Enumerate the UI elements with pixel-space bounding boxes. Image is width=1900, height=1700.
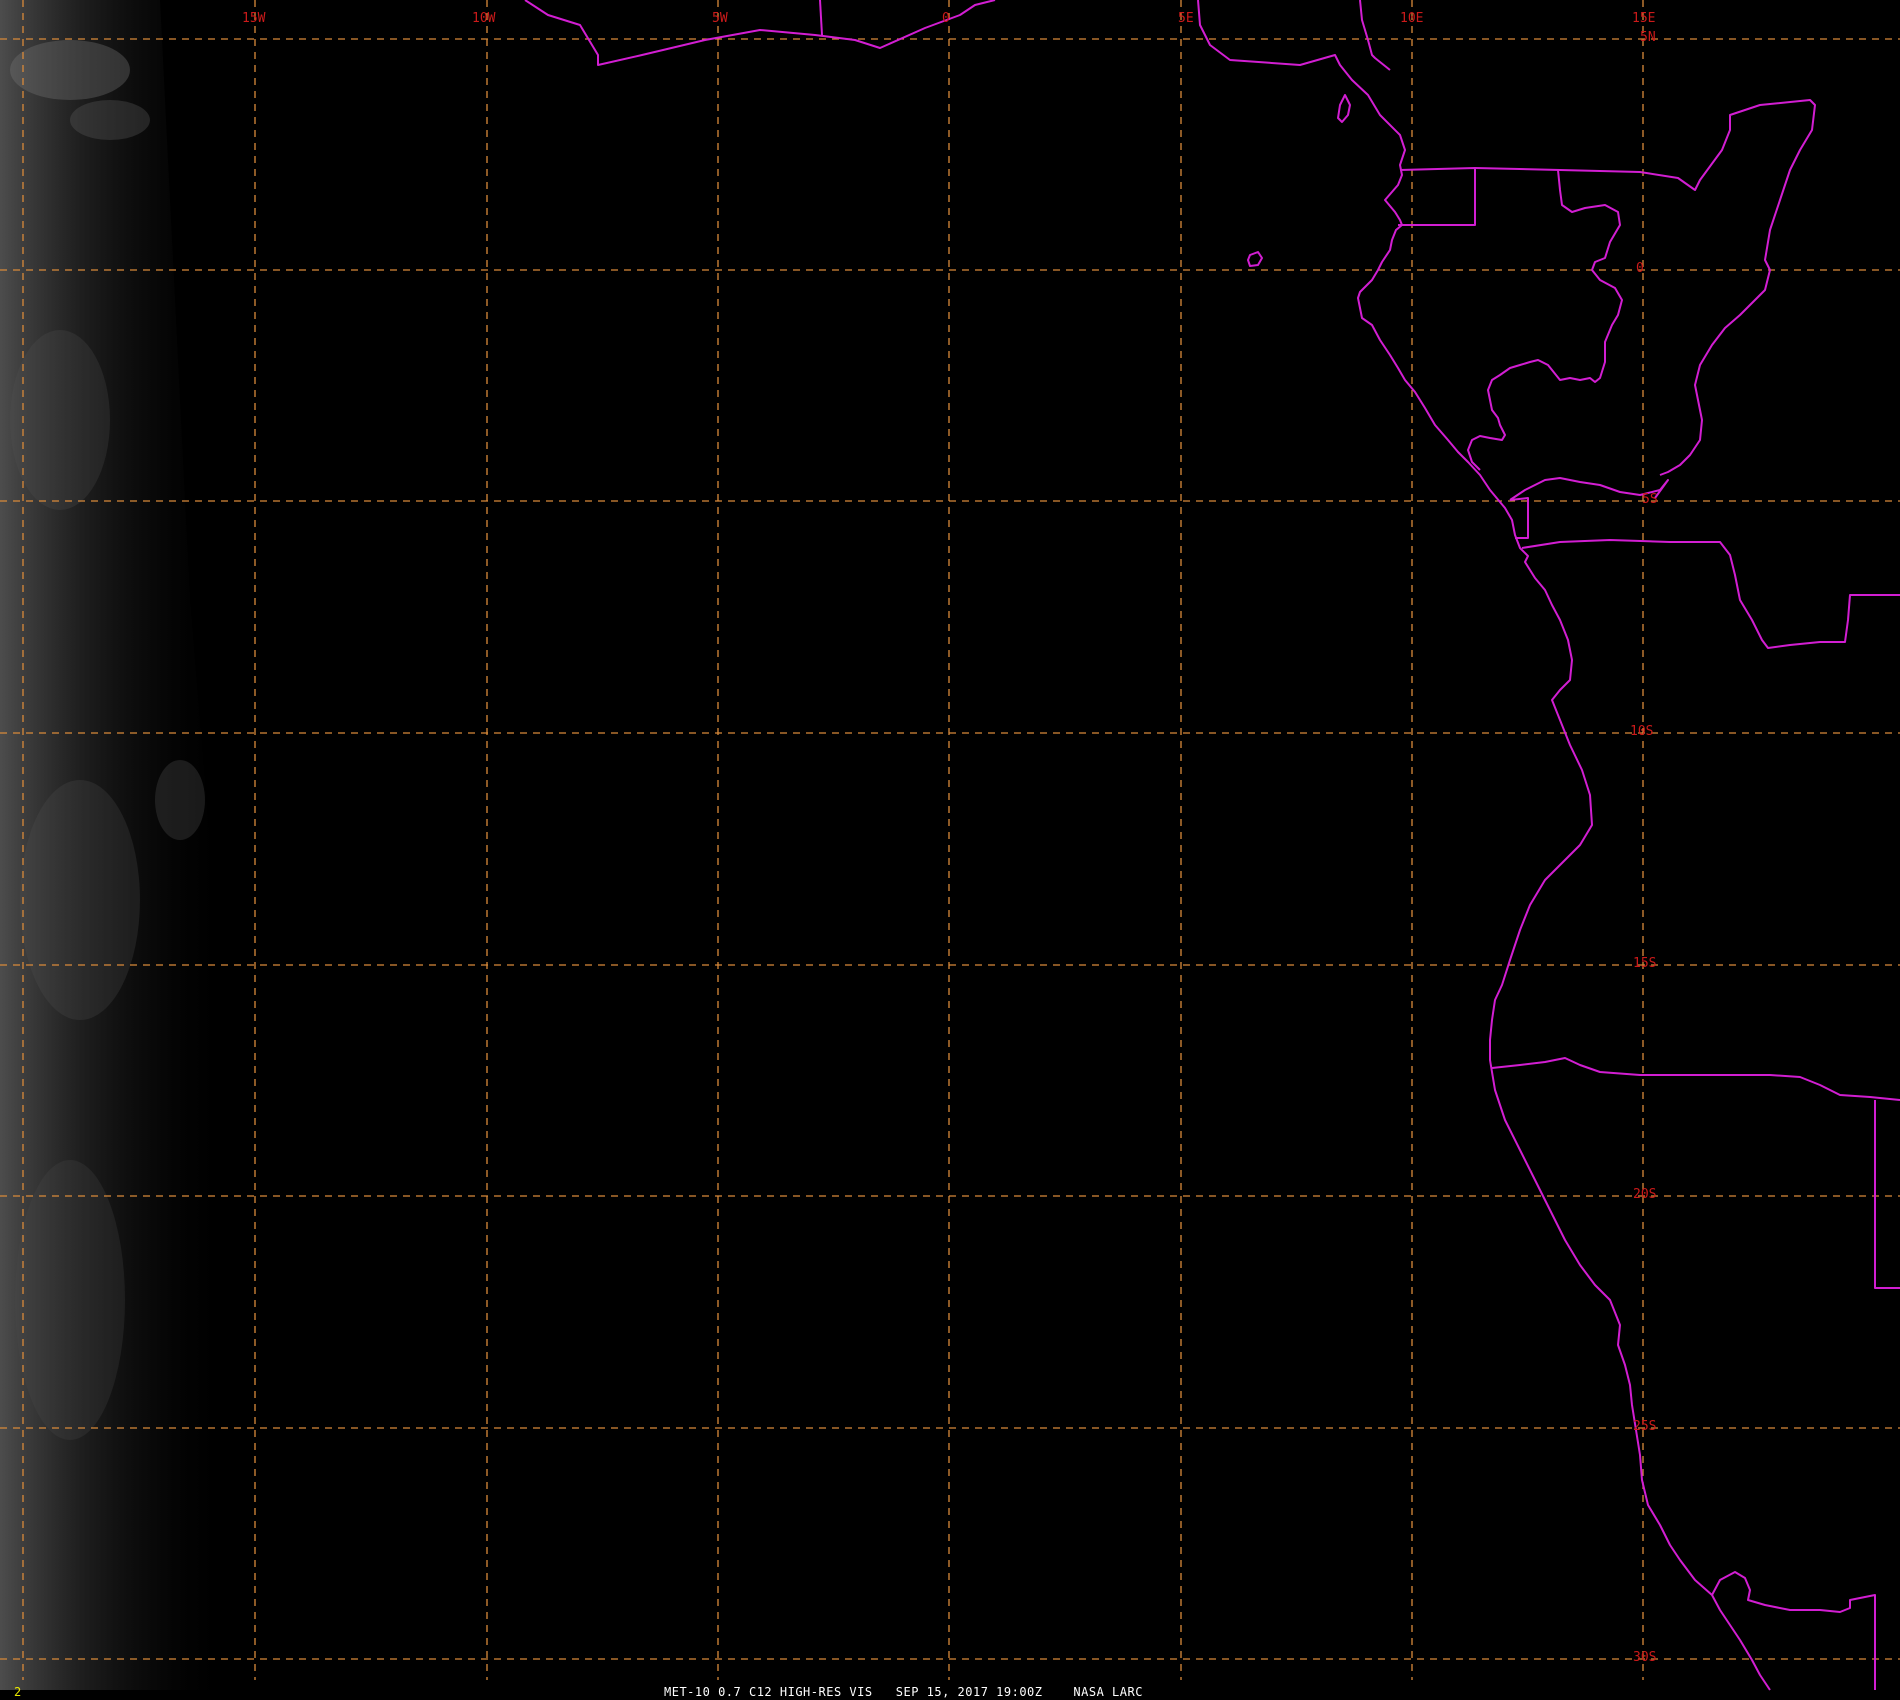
lon-label-5e: 5E bbox=[1178, 11, 1194, 26]
lon-label-15e: 15E bbox=[1632, 11, 1655, 26]
image-caption: MET-10 0.7 C12 HIGH-RES VIS SEP 15, 2017… bbox=[664, 1685, 1143, 1699]
lon-label-10w: 10W bbox=[472, 11, 496, 26]
lat-label-15s: 15S bbox=[1633, 956, 1656, 971]
lat-label-0: 0 bbox=[1636, 261, 1644, 276]
lon-label-15w: 15W bbox=[242, 11, 266, 26]
satellite-map: 15W 10W 5W 0 5E 10E 15E 5N 0 5S 10S 15S … bbox=[0, 0, 1900, 1700]
lat-label-5s: 5S bbox=[1642, 492, 1658, 507]
frame-number: 2 bbox=[14, 1685, 21, 1699]
lon-label-10e: 10E bbox=[1400, 11, 1423, 26]
lat-label-25s: 25S bbox=[1633, 1419, 1656, 1434]
lat-label-20s: 20S bbox=[1633, 1187, 1656, 1202]
lat-label-5n: 5N bbox=[1640, 30, 1656, 45]
lon-label-0: 0 bbox=[942, 11, 950, 26]
lon-label-5w: 5W bbox=[712, 11, 728, 26]
map-background bbox=[0, 0, 1900, 1700]
lat-label-30s: 30S bbox=[1633, 1650, 1656, 1665]
lat-label-10s: 10S bbox=[1630, 724, 1653, 739]
